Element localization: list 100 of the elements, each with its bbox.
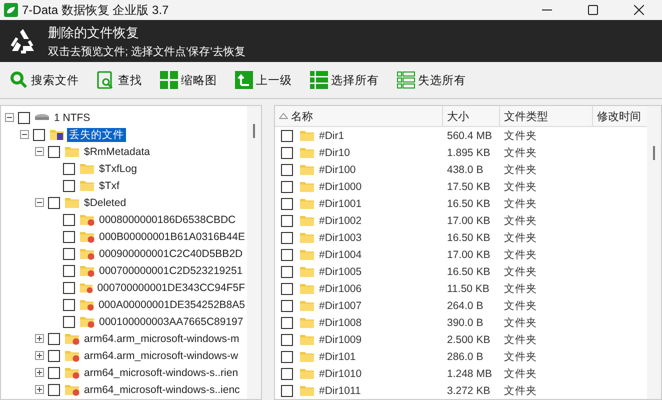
toolbar-button[interactable]: 查找 [95,69,144,91]
column-header[interactable]: 大小 [443,106,500,126]
toolbar-button[interactable]: 搜索文件 [8,69,81,91]
checkbox[interactable] [281,248,293,260]
size-cell-text: 16.50 KB [446,198,492,210]
expand-toggle[interactable] [35,385,44,394]
tree-item[interactable]: 0008000000186D6538CBDC [97,214,238,226]
collapse-toggle[interactable] [5,113,14,122]
type-cell-text: 文件夹 [503,180,538,194]
checkbox[interactable] [63,214,75,226]
folder-icon [299,197,315,210]
checkbox[interactable] [63,180,75,192]
checkbox[interactable] [281,266,293,278]
tree-item[interactable]: 000B00000001B61A0316B44E [97,230,247,242]
tree-item[interactable]: 000100000003AA7665C89197 [97,316,246,328]
tree-item[interactable]: $TxfLog [97,162,139,174]
checkbox[interactable] [63,248,75,260]
file-name[interactable]: #Dir1002 [319,214,362,226]
header-subtitle: 双击去预览文件; 选择文件点'保存'去恢复 [48,44,246,58]
size-cell-text: 286.0 B [446,350,484,362]
tree-item[interactable]: arm64_microsoft-windows-s..ienc [82,384,242,396]
column-header[interactable]: 文件类型 [500,106,593,126]
checkbox[interactable] [48,350,60,362]
checkbox[interactable] [281,232,293,244]
checkbox[interactable] [281,282,293,294]
checkbox[interactable] [63,264,75,276]
checkbox[interactable] [48,196,60,208]
checkbox[interactable] [281,198,293,210]
checkbox[interactable] [33,128,45,140]
collapse-toggle[interactable] [35,147,44,156]
file-name[interactable]: #Dir1000 [319,180,362,192]
file-name[interactable]: #Dir1007 [319,300,362,312]
file-name[interactable]: #Dir100 [319,164,356,176]
file-name[interactable]: #Dir1003 [319,232,362,244]
tree-item[interactable]: arm64_microsoft-windows-s..rien [82,366,240,378]
file-name[interactable]: #Dir10 [319,146,350,158]
checkbox[interactable] [281,334,293,346]
checkbox[interactable] [281,164,293,176]
tree-item[interactable]: 1 NTFS [52,112,92,124]
expand-toggle[interactable] [35,368,44,377]
tree-item[interactable]: $Txf [97,180,122,192]
tree-item[interactable]: 丢失的文件 [67,128,126,142]
folder-icon [299,180,315,193]
checkbox[interactable] [63,282,75,294]
tree-item[interactable]: 000700000001C2D523219251 [97,264,245,276]
checkbox[interactable] [281,146,293,158]
checkbox[interactable] [63,316,75,328]
folder-icon [299,384,315,397]
file-name[interactable]: #Dir1008 [319,316,362,328]
checkbox[interactable] [18,112,30,124]
file-name[interactable]: #Dir1001 [319,198,362,210]
checkbox[interactable] [281,384,293,396]
checkbox[interactable] [48,146,60,158]
checkbox[interactable] [63,162,75,174]
tree-item[interactable]: 000700000001DE343CC94F5F [95,282,247,294]
file-name[interactable]: #Dir1 [319,130,344,142]
collapse-toggle[interactable] [35,198,44,207]
file-name[interactable]: #Dir1009 [319,334,362,346]
checkbox[interactable] [281,368,293,380]
checkbox[interactable] [48,384,60,396]
expand-toggle[interactable] [35,334,44,343]
tree-item[interactable]: 000A00000001DE354252B8A5 [96,298,247,310]
scrollbar[interactable] [247,106,261,399]
file-name[interactable]: #Dir1005 [319,266,362,278]
checkbox[interactable] [48,332,60,344]
file-name[interactable]: #Dir1006 [319,282,362,294]
checkbox[interactable] [281,180,293,192]
file-name[interactable]: #Dir1011 [319,384,361,396]
type-cell-text: 文件夹 [503,162,538,176]
file-name[interactable]: #Dir1010 [319,368,362,380]
file-name[interactable]: #Dir101 [319,350,356,362]
size-cell-text: 438.0 B [446,164,484,176]
scrollbar[interactable] [647,106,661,399]
type-cell-text: 文件夹 [503,282,538,296]
toolbar-button[interactable]: 上一级 [233,69,294,91]
type-cell-text: 文件夹 [503,264,538,278]
type-cell-text: 文件夹 [503,298,538,312]
checkbox[interactable] [48,366,60,378]
checkbox[interactable] [281,130,293,142]
folder-icon [299,129,315,142]
tree-item[interactable]: $RmMetadata [82,146,152,158]
checkbox[interactable] [281,214,293,226]
column-header[interactable]: 名称 [275,106,443,126]
tree-item[interactable]: 000900000001C2C40D5BB2D [97,248,245,260]
tree-item[interactable]: arm64.arm_microsoft-windows-w [82,350,240,362]
expand-toggle[interactable] [35,351,44,360]
file-name[interactable]: #Dir1004 [319,248,362,260]
toolbar-button[interactable]: 失选所有 [395,69,468,91]
checkbox[interactable] [281,300,293,312]
checkbox[interactable] [281,316,293,328]
folder-icon [299,333,315,346]
checkbox[interactable] [281,350,293,362]
toolbar-button[interactable]: 选择所有 [308,69,381,91]
checkbox[interactable] [63,230,75,242]
toolbar-button[interactable]: 缩略图 [158,69,219,91]
checkbox[interactable] [63,298,75,310]
tree-item[interactable]: arm64.arm_microsoft-windows-m [82,332,242,344]
tree-item[interactable]: $Deleted [82,196,128,208]
size-cell-text: 1.248 MB [446,368,493,380]
collapse-toggle[interactable] [20,130,29,139]
